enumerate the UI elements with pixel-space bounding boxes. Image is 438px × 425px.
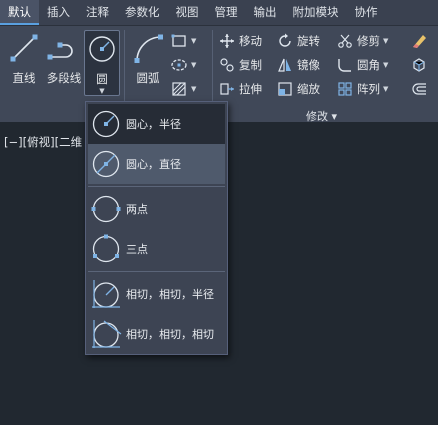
rotate-icon	[276, 32, 294, 50]
circle-center-diameter-icon	[88, 146, 124, 182]
scissors-icon	[336, 32, 354, 50]
ellipse-caret[interactable]: ▼	[191, 61, 196, 69]
move-icon	[218, 32, 236, 50]
tab-parametric[interactable]: 参数化	[117, 0, 168, 25]
trim-label: 修剪	[357, 34, 380, 48]
viewport-label[interactable]: [−][俯视][二维	[4, 134, 82, 150]
move-label: 移动	[239, 34, 262, 48]
tab-output[interactable]: 输出	[246, 0, 285, 25]
tab-manage[interactable]: 管理	[207, 0, 246, 25]
array-label: 阵列	[357, 82, 380, 96]
circle-two-point-item[interactable]: 两点	[88, 189, 225, 229]
line-icon	[4, 30, 44, 66]
line-label: 直线	[12, 71, 36, 85]
circle-two-point-icon	[88, 191, 124, 227]
tab-collaborate[interactable]: 协作	[347, 0, 386, 25]
ellipse-icon	[170, 56, 188, 74]
mirror-label: 镜像	[297, 58, 320, 72]
circle-center-diameter-item[interactable]: 圆心，直径	[88, 144, 225, 184]
copy-label: 复制	[239, 58, 262, 72]
cube-icon	[410, 56, 428, 74]
move-button[interactable]: 移动	[218, 30, 262, 52]
fillet-label: 圆角	[357, 58, 380, 72]
hatch-caret[interactable]: ▼	[191, 85, 196, 93]
fillet-caret[interactable]: ▼	[383, 61, 388, 69]
line-button[interactable]: 直线	[2, 30, 46, 98]
scale-icon	[276, 80, 294, 98]
circle-dropdown-caret[interactable]: ▼	[99, 87, 104, 95]
ribbon-tab-bar: 默认 插入 注释 参数化 视图 管理 输出 附加模块 协作	[0, 0, 438, 26]
circle-label: 圆	[96, 72, 108, 86]
stretch-button[interactable]: 拉伸	[218, 78, 262, 100]
polyline-label: 多段线	[46, 71, 82, 85]
mirror-button[interactable]: 镜像	[276, 54, 320, 76]
copy-icon	[218, 56, 236, 74]
menu-separator	[88, 186, 225, 187]
menu-item-label: 圆心，半径	[126, 118, 181, 131]
circle-tan-tan-radius-icon	[88, 276, 124, 312]
polyline-button[interactable]: 多段线	[42, 30, 86, 98]
array-caret[interactable]: ▼	[383, 85, 388, 93]
circle-tan-tan-radius-item[interactable]: 相切，相切，半径	[88, 274, 225, 314]
circle-three-point-icon	[88, 231, 124, 267]
menu-item-label: 相切，相切，相切	[126, 328, 214, 341]
rotate-button[interactable]: 旋转	[276, 30, 320, 52]
menu-separator	[88, 271, 225, 272]
eraser-icon	[410, 32, 428, 50]
rectangle-icon	[170, 32, 188, 50]
offset-button[interactable]	[410, 78, 428, 100]
offset-icon	[410, 80, 428, 98]
copy-button[interactable]: 复制	[218, 54, 262, 76]
tab-insert[interactable]: 插入	[39, 0, 78, 25]
scale-button[interactable]: 缩放	[276, 78, 320, 100]
array-button[interactable]: 阵列 ▼	[336, 78, 388, 100]
circle-dropdown-menu: 圆心，半径 圆心，直径 两点 三点 相切，相切，半径 相切，相切，相切	[85, 101, 228, 355]
menu-item-label: 两点	[126, 203, 148, 216]
stretch-icon	[218, 80, 236, 98]
menu-item-label: 圆心，直径	[126, 158, 181, 171]
arc-button[interactable]: 圆弧	[126, 30, 170, 98]
tab-addins[interactable]: 附加模块	[285, 0, 347, 25]
scale-label: 缩放	[297, 82, 320, 96]
tab-default[interactable]: 默认	[0, 0, 39, 25]
modify-group-label[interactable]: 修改 ▾	[306, 108, 337, 124]
circle-center-radius-icon	[88, 106, 124, 142]
polyline-icon	[44, 30, 84, 66]
trim-caret[interactable]: ▼	[383, 37, 388, 45]
fillet-icon	[336, 56, 354, 74]
trim-button[interactable]: 修剪 ▼	[336, 30, 388, 52]
tab-view[interactable]: 视图	[168, 0, 207, 25]
hatch-icon	[170, 80, 188, 98]
fillet-button[interactable]: 圆角 ▼	[336, 54, 388, 76]
arc-icon	[128, 30, 168, 66]
circle-three-point-item[interactable]: 三点	[88, 229, 225, 269]
circle-tan-tan-tan-item[interactable]: 相切，相切，相切	[88, 314, 225, 354]
rectangle-caret[interactable]: ▼	[191, 37, 196, 45]
circle-icon	[85, 31, 119, 67]
array-icon	[336, 80, 354, 98]
mirror-icon	[276, 56, 294, 74]
circle-tan-tan-tan-icon	[88, 316, 124, 352]
tab-annotate[interactable]: 注释	[78, 0, 117, 25]
menu-item-label: 相切，相切，半径	[126, 288, 214, 301]
hatch-tool[interactable]: ▼	[170, 78, 196, 100]
erase-button[interactable]	[410, 30, 428, 52]
rectangle-tool[interactable]: ▼	[170, 30, 196, 52]
rotate-label: 旋转	[297, 34, 320, 48]
arc-label: 圆弧	[136, 71, 160, 85]
menu-item-label: 三点	[126, 243, 148, 256]
circle-center-radius-item[interactable]: 圆心，半径	[88, 104, 225, 144]
stretch-label: 拉伸	[239, 82, 262, 96]
circle-button[interactable]: 圆 ▼	[84, 30, 120, 96]
explode-button[interactable]	[410, 54, 428, 76]
ellipse-tool[interactable]: ▼	[170, 54, 196, 76]
